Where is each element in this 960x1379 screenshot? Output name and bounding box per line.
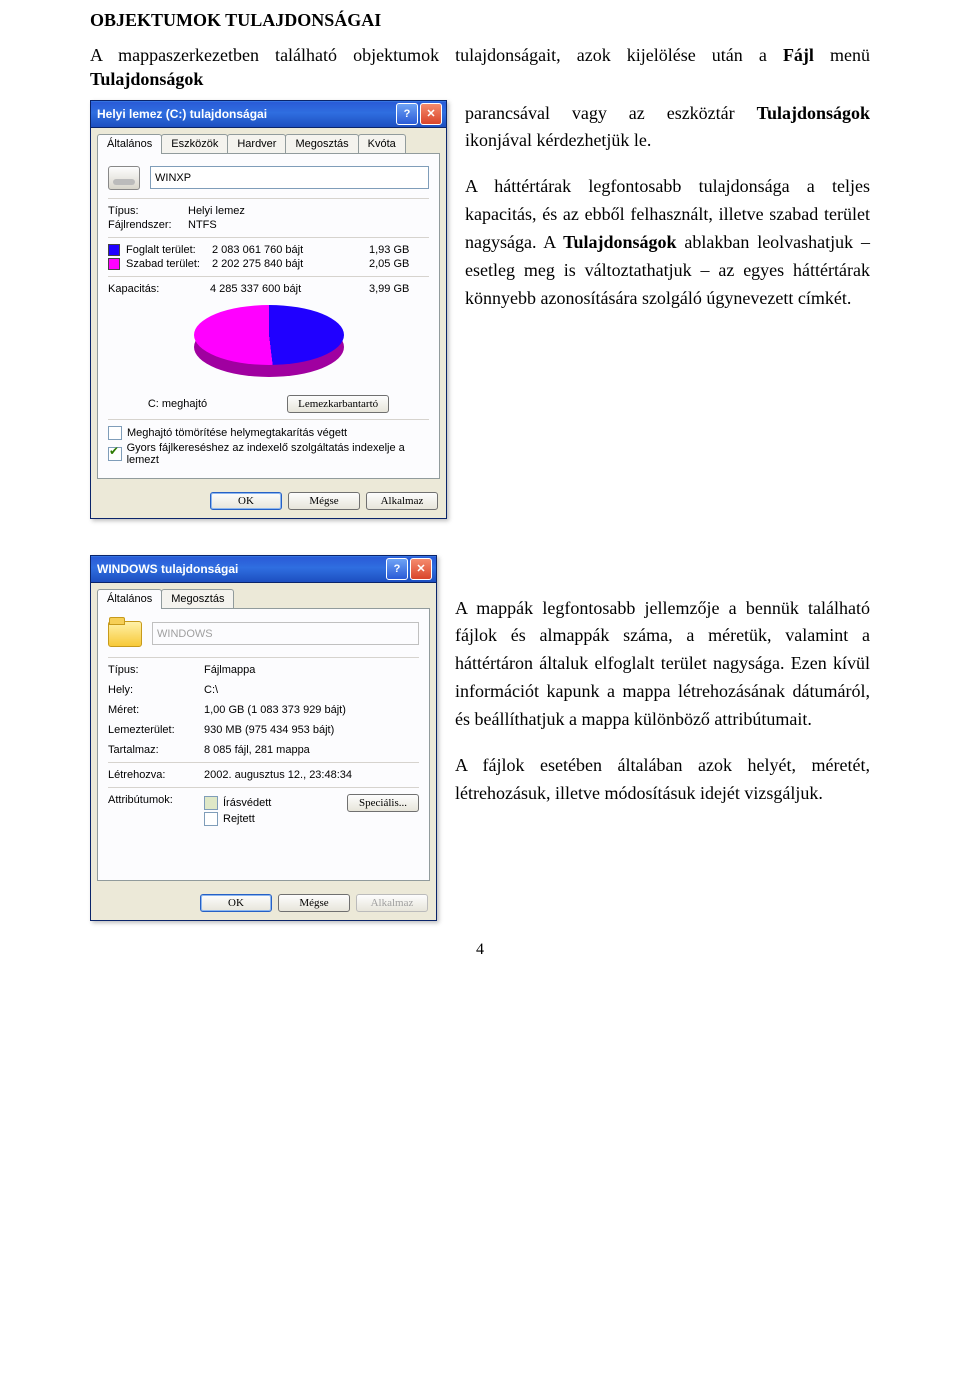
capacity-label: Kapacitás: xyxy=(108,283,210,295)
readonly-label: Írásvédett xyxy=(223,797,271,809)
created-value: 2002. augusztus 12., 23:48:34 xyxy=(204,769,419,781)
free-label: Szabad terület: xyxy=(126,258,212,270)
close-icon: ✕ xyxy=(426,107,435,120)
free-gb: 2,05 GB xyxy=(369,258,429,270)
tabstrip: Általános Megosztás xyxy=(91,583,436,609)
titlebar[interactable]: Helyi lemez (C:) tulajdonságai ? ✕ xyxy=(91,101,446,128)
close-button[interactable]: ✕ xyxy=(410,558,432,580)
folder-properties-window: WINDOWS tulajdonságai ? ✕ Általános Mego… xyxy=(90,555,437,921)
tab-hardware[interactable]: Hardver xyxy=(227,134,286,154)
compress-checkbox[interactable] xyxy=(108,426,122,440)
p1a: parancsával vagy az eszköztár xyxy=(465,103,757,123)
disksize-value: 930 MB (975 434 953 bájt) xyxy=(204,724,419,736)
titlebar[interactable]: WINDOWS tulajdonságai ? ✕ xyxy=(91,556,436,583)
size-label: Méret: xyxy=(108,704,204,716)
intro-text-2: menü xyxy=(830,45,870,65)
compress-label: Meghajtó tömörítése helymegtakarítás vég… xyxy=(127,427,347,439)
contains-label: Tartalmaz: xyxy=(108,744,204,756)
tab-quota[interactable]: Kvóta xyxy=(358,134,406,154)
p3: A mappák legfontosabb jellemzője a bennü… xyxy=(455,595,870,734)
size-value: 1,00 GB (1 083 373 929 bájt) xyxy=(204,704,419,716)
type-label: Típus: xyxy=(108,664,204,676)
help-button[interactable]: ? xyxy=(386,558,408,580)
type-value: Fájlmappa xyxy=(204,664,419,676)
apply-button[interactable]: Alkalmaz xyxy=(366,492,438,510)
p4: A fájlok esetében általában azok helyét,… xyxy=(455,752,870,808)
dialog-footer: OK Mégse Alkalmaz xyxy=(91,888,436,920)
disk-cleanup-button[interactable]: Lemezkarbantartó xyxy=(287,395,389,413)
folder-icon xyxy=(108,621,142,647)
drive-caption: C: meghajtó xyxy=(148,398,207,410)
hidden-label: Rejtett xyxy=(223,813,255,825)
p1b: Tulajdonságok xyxy=(757,103,870,123)
text-column-2: A mappák legfontosabb jellemzője a bennü… xyxy=(455,555,870,921)
dialog-body: Típus:Fájlmappa Hely:C:\ Méret:1,00 GB (… xyxy=(97,608,430,881)
ok-button[interactable]: OK xyxy=(200,894,272,912)
index-checkbox[interactable] xyxy=(108,447,122,461)
volume-label-input[interactable] xyxy=(150,166,429,189)
used-bytes: 2 083 061 760 bájt xyxy=(212,244,369,256)
p1c: ikonjával kérdezhetjük le. xyxy=(465,130,651,150)
tab-general[interactable]: Általános xyxy=(97,134,162,154)
contains-value: 8 085 fájl, 281 mappa xyxy=(204,744,419,756)
used-label: Foglalt terület: xyxy=(126,244,212,256)
tab-sharing[interactable]: Megosztás xyxy=(161,589,234,609)
hidden-checkbox[interactable] xyxy=(204,812,218,826)
location-value: C:\ xyxy=(204,684,419,696)
created-label: Létrehozva: xyxy=(108,769,204,781)
capacity-bytes: 4 285 337 600 bájt xyxy=(210,283,369,295)
dialog-body: Típus:Helyi lemez Fájlrendszer:NTFS Fogl… xyxy=(97,153,440,479)
intro-text-1: A mappaszerkezetben található objektumok… xyxy=(90,45,783,65)
dialog-footer: OK Mégse Alkalmaz xyxy=(91,486,446,518)
help-icon: ? xyxy=(404,108,411,120)
disksize-label: Lemezterület: xyxy=(108,724,204,736)
cancel-button[interactable]: Mégse xyxy=(288,492,360,510)
intro-menu-name: Fájl xyxy=(783,45,814,65)
tab-tools[interactable]: Eszközök xyxy=(161,134,228,154)
cancel-button[interactable]: Mégse xyxy=(278,894,350,912)
tabstrip: Általános Eszközök Hardver Megosztás Kvó… xyxy=(91,128,446,154)
drive-properties-window: Helyi lemez (C:) tulajdonságai ? ✕ Által… xyxy=(90,100,447,519)
ok-button[interactable]: OK xyxy=(210,492,282,510)
attributes-label: Attribútumok: xyxy=(108,794,204,806)
intro-command-name: Tulajdonságok xyxy=(90,69,203,89)
close-icon: ✕ xyxy=(416,562,425,575)
advanced-button[interactable]: Speciális... xyxy=(347,794,419,812)
type-label: Típus: xyxy=(108,205,188,217)
free-color-swatch xyxy=(108,258,120,270)
filesystem-value: NTFS xyxy=(188,219,429,231)
used-color-swatch xyxy=(108,244,120,256)
index-label: Gyors fájlkereséshez az indexelő szolgál… xyxy=(127,442,429,466)
help-icon: ? xyxy=(394,563,401,575)
apply-button[interactable]: Alkalmaz xyxy=(356,894,428,912)
titlebar-text: Helyi lemez (C:) tulajdonságai xyxy=(97,107,267,121)
location-label: Hely: xyxy=(108,684,204,696)
drive-icon xyxy=(108,166,140,190)
p2b: Tulajdonságok xyxy=(563,232,676,252)
help-button[interactable]: ? xyxy=(396,103,418,125)
tab-sharing[interactable]: Megosztás xyxy=(285,134,358,154)
close-button[interactable]: ✕ xyxy=(420,103,442,125)
used-gb: 1,93 GB xyxy=(369,244,429,256)
usage-pie-chart xyxy=(194,305,344,385)
page-number: 4 xyxy=(90,941,870,959)
free-bytes: 2 202 275 840 bájt xyxy=(212,258,369,270)
tab-general[interactable]: Általános xyxy=(97,589,162,609)
filesystem-label: Fájlrendszer: xyxy=(108,219,188,231)
page: OBJEKTUMOK TULAJDONSÁGAI A mappaszerkeze… xyxy=(0,0,960,979)
capacity-gb: 3,99 GB xyxy=(369,283,429,295)
titlebar-text: WINDOWS tulajdonságai xyxy=(97,562,238,576)
intro-paragraph: A mappaszerkezetben található objektumok… xyxy=(90,43,870,92)
section-title: OBJEKTUMOK TULAJDONSÁGAI xyxy=(90,10,870,31)
type-value: Helyi lemez xyxy=(188,205,429,217)
folder-name-input xyxy=(152,622,419,645)
text-column-1: parancsával vagy az eszköztár Tulajdonsá… xyxy=(465,100,870,519)
readonly-checkbox[interactable] xyxy=(204,796,218,810)
